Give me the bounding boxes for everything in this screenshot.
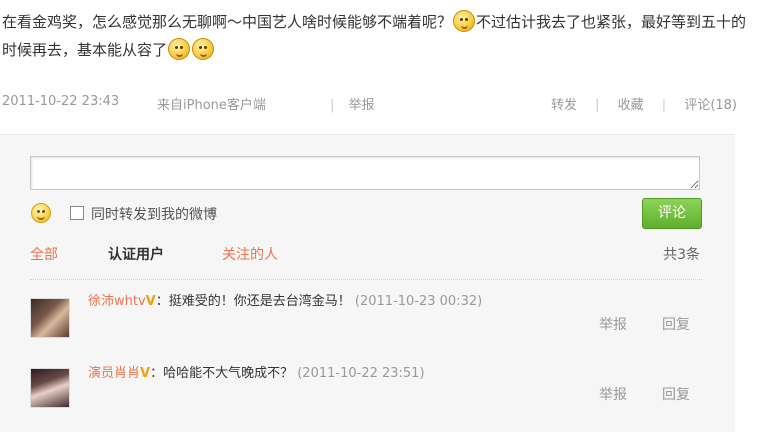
comment-item: 徐沛whtvV：挺难受的！你还是去台湾金马！ (2011-10-23 00:32… bbox=[88, 290, 482, 309]
verified-badge-icon: V bbox=[140, 366, 151, 381]
favorite-link[interactable]: 收藏 bbox=[618, 98, 644, 113]
also-repost-label[interactable]: 同时转发到我的微博 bbox=[91, 204, 217, 224]
laugh-face-emoticon-icon bbox=[192, 38, 215, 60]
report-link[interactable]: 举报 bbox=[349, 98, 375, 113]
separator: | bbox=[330, 98, 335, 113]
avatar[interactable] bbox=[30, 368, 70, 408]
verified-badge-icon: V bbox=[145, 294, 156, 309]
post-meta: 2011-10-22 23:43 来自iPhone客户端 | 举报 转发 | 收… bbox=[2, 92, 737, 114]
post-text-part1: 在看金鸡奖，怎么感觉那么无聊啊～中国艺人啥时候能够不端着呢？ bbox=[2, 13, 453, 31]
post-time[interactable]: 2011-10-22 23:43 bbox=[2, 94, 119, 109]
comment-author[interactable]: 徐沛whtv bbox=[88, 294, 146, 309]
comment-time: (2011-10-23 00:32) bbox=[354, 294, 483, 309]
repost-link[interactable]: 转发 bbox=[551, 98, 577, 113]
comment-text: ：挺难受的！你还是去台湾金马！ bbox=[155, 294, 351, 309]
comment-reply-link[interactable]: 回复 bbox=[662, 384, 690, 404]
emoticon-picker-icon[interactable] bbox=[31, 203, 51, 223]
tab-following[interactable]: 关注的人 bbox=[222, 244, 278, 264]
post-actions: 转发 | 收藏 | 评论(18) bbox=[545, 94, 737, 113]
comment-report-link[interactable]: 举报 bbox=[599, 384, 627, 404]
kiss-face-emoticon-icon bbox=[453, 10, 476, 32]
comment-input[interactable] bbox=[30, 156, 700, 190]
post-report-group: | 举报 bbox=[330, 94, 375, 113]
separator: | bbox=[661, 98, 667, 113]
laugh-face-emoticon-icon bbox=[168, 38, 191, 60]
comment-report-link[interactable]: 举报 bbox=[599, 314, 627, 334]
post-source: 来自iPhone客户端 bbox=[157, 98, 266, 113]
comment-text: ：哈哈能不大气晚成不？ bbox=[150, 366, 294, 381]
divider bbox=[30, 279, 702, 280]
also-repost-checkbox[interactable] bbox=[70, 206, 84, 220]
separator: | bbox=[595, 98, 600, 113]
comment-time: (2011-10-22 23:51) bbox=[297, 366, 425, 381]
avatar[interactable] bbox=[30, 298, 70, 338]
post-text: 在看金鸡奖，怎么感觉那么无聊啊～中国艺人啥时候能够不端着呢？ 不过估计我去了也紧张… bbox=[2, 8, 754, 64]
comment-count: 共3条 bbox=[663, 247, 700, 263]
comment-author[interactable]: 演员肖肖 bbox=[88, 366, 140, 381]
comment-item: 演员肖肖V：哈哈能不大气晚成不？ (2011-10-22 23:51) bbox=[88, 362, 425, 381]
tab-verified-users[interactable]: 认证用户 bbox=[108, 244, 164, 264]
comment-reply-link[interactable]: 回复 bbox=[662, 314, 690, 334]
tab-all[interactable]: 全部 bbox=[30, 244, 58, 264]
submit-comment-button[interactable]: 评论 bbox=[642, 198, 702, 229]
comment-link[interactable]: 评论(18) bbox=[684, 98, 737, 113]
